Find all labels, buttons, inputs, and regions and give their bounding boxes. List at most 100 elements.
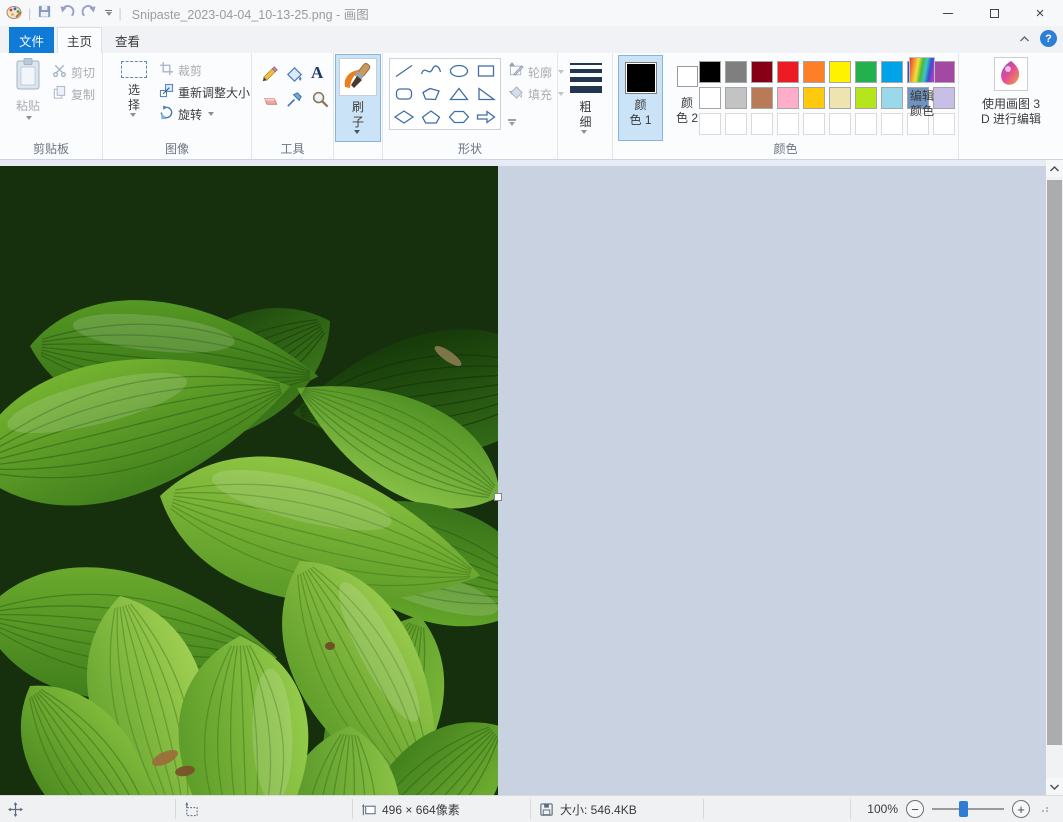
shape-polygon-icon[interactable]	[418, 82, 446, 105]
zoom-in-button[interactable]: +	[1012, 800, 1030, 818]
shape-line-icon[interactable]	[390, 59, 418, 82]
brush-button[interactable]: 刷 子	[335, 54, 381, 142]
help-button[interactable]: ?	[1040, 30, 1057, 47]
shape-fill-button[interactable]: 填充	[509, 85, 564, 103]
shapes-more-icon[interactable]	[508, 119, 516, 126]
scrollbar-thumb[interactable]	[1047, 180, 1062, 745]
redo-button[interactable]	[81, 4, 98, 22]
palette-swatch[interactable]	[751, 61, 773, 83]
close-button[interactable]: ×	[1017, 0, 1063, 26]
crop-button[interactable]: 裁剪	[159, 61, 202, 79]
selection-size-icon	[184, 802, 199, 817]
palette-swatch[interactable]	[777, 87, 799, 109]
rotate-button[interactable]: 旋转	[159, 105, 214, 123]
palette-empty-swatch[interactable]	[829, 113, 851, 135]
shape-hexagon-icon[interactable]	[445, 106, 473, 129]
fill-bucket-icon	[285, 65, 304, 87]
minimize-button[interactable]	[925, 0, 971, 26]
canvas-image[interactable]	[0, 166, 498, 795]
maximize-button[interactable]	[971, 0, 1017, 26]
palette-swatch[interactable]	[725, 61, 747, 83]
vertical-scrollbar[interactable]	[1046, 160, 1063, 795]
palette-swatch[interactable]	[803, 61, 825, 83]
palette-swatch[interactable]	[699, 61, 721, 83]
paint3d-label2: D 进行编辑	[981, 112, 1041, 127]
fill-tool-button[interactable]	[285, 65, 304, 87]
pencil-icon	[260, 65, 279, 87]
copy-button[interactable]: 复制	[52, 85, 95, 103]
tab-file[interactable]: 文件	[9, 27, 54, 53]
palette-empty-swatch[interactable]	[725, 113, 747, 135]
zoom-slider-thumb[interactable]	[959, 801, 968, 817]
magnifier-tool-button[interactable]	[311, 90, 330, 112]
shape-right-arrow-icon[interactable]	[473, 106, 501, 129]
cut-icon	[52, 63, 67, 81]
shape-curve-icon[interactable]	[418, 59, 446, 82]
group-clipboard: 粘贴 剪切 复制 剪贴板	[0, 53, 103, 159]
pencil-tool-button[interactable]	[260, 65, 279, 87]
group-shapes: 轮廓 填充 形状	[383, 53, 558, 159]
tab-view[interactable]: 查看	[105, 27, 150, 53]
save-button[interactable]	[37, 4, 52, 22]
customize-qat-button[interactable]	[104, 10, 112, 17]
color1-label: 颜	[629, 98, 651, 113]
palette-empty-swatch[interactable]	[803, 113, 825, 135]
palette-swatch[interactable]	[803, 87, 825, 109]
paste-button[interactable]: 粘贴	[6, 57, 50, 120]
palette-swatch[interactable]	[699, 87, 721, 109]
palette-swatch[interactable]	[829, 87, 851, 109]
shape-rounded-rectangle-icon[interactable]	[390, 82, 418, 105]
palette-swatch[interactable]	[855, 61, 877, 83]
shape-diamond-icon[interactable]	[390, 106, 418, 129]
palette-swatch[interactable]	[829, 61, 851, 83]
resize-button[interactable]: 重新调整大小	[159, 83, 250, 101]
palette-swatch[interactable]	[751, 87, 773, 109]
text-tool-button[interactable]: A	[311, 63, 323, 82]
scroll-up-button[interactable]	[1046, 160, 1063, 177]
paint3d-button[interactable]: 使用画图 3 D 进行编辑	[967, 57, 1055, 127]
scroll-down-button[interactable]	[1046, 778, 1063, 795]
select-button[interactable]: 选 择	[115, 59, 153, 117]
shape-pentagon-icon[interactable]	[418, 106, 446, 129]
image-size-indicator: 496 × 664像素	[361, 796, 460, 822]
shape-rectangle-icon[interactable]	[473, 59, 501, 82]
cut-button[interactable]: 剪切	[52, 63, 95, 81]
zoom-slider[interactable]	[932, 808, 1004, 810]
eraser-icon	[260, 91, 279, 113]
zoom-out-button[interactable]: −	[906, 800, 924, 818]
palette-empty-swatch[interactable]	[751, 113, 773, 135]
group-brush: 刷 子	[334, 53, 383, 159]
palette-empty-swatch[interactable]	[855, 113, 877, 135]
palette-swatch[interactable]	[777, 61, 799, 83]
color1-button[interactable]: 颜 色 1	[618, 55, 663, 141]
resize-grip[interactable]	[1038, 807, 1049, 812]
copy-label: 复制	[71, 86, 95, 103]
undo-button[interactable]	[58, 4, 75, 22]
shape-fill-icon	[509, 85, 524, 103]
group-tools: A 工具	[252, 53, 334, 159]
shape-right-triangle-icon[interactable]	[473, 82, 501, 105]
collapse-ribbon-button[interactable]	[1016, 31, 1032, 47]
group-label-shapes: 形状	[383, 140, 557, 157]
eraser-tool-button[interactable]	[260, 91, 279, 113]
color2-swatch	[677, 66, 698, 87]
palette-swatch[interactable]	[855, 87, 877, 109]
group-label-image: 图像	[103, 140, 251, 157]
shape-outline-button[interactable]: 轮廓	[509, 63, 564, 81]
resize-label: 重新调整大小	[178, 84, 250, 101]
stroke-size-button[interactable]: 粗 细	[563, 59, 608, 134]
color2-label2: 色 2	[676, 111, 698, 126]
shape-triangle-icon[interactable]	[445, 82, 473, 105]
color-picker-tool-button[interactable]	[285, 90, 304, 112]
shape-ellipse-icon[interactable]	[445, 59, 473, 82]
group-paint3d: 使用画图 3 D 进行编辑	[959, 53, 1063, 159]
palette-empty-swatch[interactable]	[699, 113, 721, 135]
canvas-resize-handle[interactable]	[494, 493, 502, 501]
tab-home[interactable]: 主页	[57, 27, 102, 53]
palette-swatch[interactable]	[725, 87, 747, 109]
color1-swatch	[625, 62, 657, 94]
palette-empty-swatch[interactable]	[777, 113, 799, 135]
file-size-icon	[539, 802, 554, 817]
edit-colors-button[interactable]: 编辑 颜色	[895, 57, 949, 119]
resize-icon	[159, 83, 174, 101]
